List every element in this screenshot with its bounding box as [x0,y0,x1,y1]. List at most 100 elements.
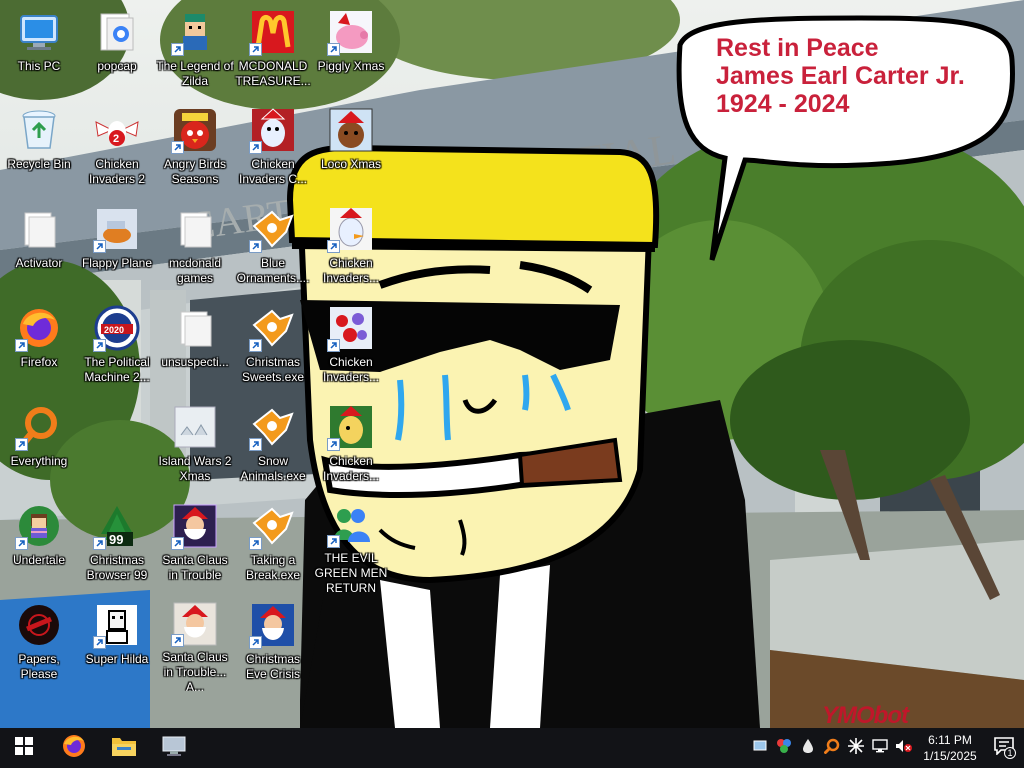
desktop-icon-label: Chicken Invaders... [322,454,380,483]
desktop-icon-label: Angry Birds Seasons [163,157,227,186]
desktop-icon-label: Chicken Invaders... [322,355,380,384]
taskbar: 6:11 PM 1/15/2025 1 [0,728,1024,768]
tray-search-button[interactable] [820,728,844,768]
taskbar-clock[interactable]: 6:11 PM 1/15/2025 [916,728,984,768]
exe-icon [249,205,297,253]
desktop-icon-label: Flappy Plane [81,256,153,270]
taskbar-file-explorer-button[interactable] [100,728,148,768]
desktop-icon-christmas-eve-crisis[interactable]: Christmas Eve Crisis [234,595,312,691]
speech-bubble-text: Rest in Peace James Earl Carter Jr. 1924… [716,34,1006,118]
evil-green-men-icon [327,502,375,548]
desktop-icon-label: Everything [10,454,68,468]
desktop-icon-chicken-invaders-b[interactable]: Chicken Invaders... [312,298,390,394]
shortcut-arrow-icon [15,339,28,352]
action-center-button[interactable]: 1 [984,728,1024,768]
desktop-icon-evil-green-men[interactable]: THE EVIL GREEN MEN RETURN SEVENTH EDITIO… [312,496,390,592]
papers-please-icon [15,601,63,649]
desktop-icon-piggly-xmas[interactable]: Piggly Xmas [312,2,390,98]
shortcut-arrow-icon [171,634,184,647]
desktop-icon-label: Christmas Browser 99 [86,553,148,582]
shortcut-arrow-icon [93,537,106,550]
desktop-icon-label: Papers, Please [18,652,60,681]
shortcut-arrow-icon [249,537,262,550]
chicken-invaders-icon [327,304,375,352]
taskbar-monitor-button[interactable] [150,728,198,768]
tray-network-button[interactable] [868,728,892,768]
system-tray: 6:11 PM 1/15/2025 1 [748,728,1024,768]
taskbar-firefox-button[interactable] [50,728,98,768]
desktop-icon-undertale[interactable]: Undertale [0,496,78,592]
monitor-icon [161,735,187,762]
desktop-icon-blue-ornaments[interactable]: Blue Ornaments.... [234,199,312,295]
desktop-icon-label: Piggly Xmas [317,59,385,73]
desktop-icon-label: Chicken Invaders 2 [88,157,146,186]
santa-claus-icon [171,601,219,647]
folder-icon [171,304,219,352]
desktop-icon-unsuspecti[interactable]: unsuspecti... [156,298,234,394]
desktop-icon-angry-birds-seasons[interactable]: Angry Birds Seasons [156,100,234,196]
loco-xmas-icon [327,106,375,154]
shortcut-arrow-icon [249,438,262,451]
desktop-icon-legend-of-zilda[interactable]: The Legend of Zilda [156,2,234,98]
desktop-icon-mcdonald-games[interactable]: mcdonald games [156,199,234,295]
desktop-icon-super-hilda[interactable]: Super Hilda [78,595,156,691]
desktop-icon-papers-please[interactable]: Papers, Please [0,595,78,691]
desktop-icon-santa-claus-in-trouble[interactable]: Santa Claus in Trouble [156,496,234,592]
desktop-icon-chicken-invaders-c[interactable]: Chicken Invaders C... [234,100,312,196]
tray-desktop-button[interactable] [748,728,772,768]
desktop-icon-christmas-sweets[interactable]: Christmas Sweets.exe [234,298,312,394]
tray-volume-button[interactable] [892,728,916,768]
start-button[interactable] [0,728,48,768]
santa-claus-icon [171,502,219,550]
clock-date: 1/15/2025 [923,749,977,763]
folder-icon [93,8,141,56]
chicken-invaders-icon: 2 [93,106,141,154]
desktop-icon-everything[interactable]: Everything [0,397,78,493]
shortcut-arrow-icon [327,535,340,548]
tray-drop-button[interactable] [796,728,820,768]
shortcut-arrow-icon [171,43,184,56]
desktop-icon-loco-xmas[interactable]: Loco Xmas [312,100,390,196]
desktop-icon-island-wars-2-xmas[interactable]: Island Wars 2 Xmas [156,397,234,493]
desktop-icon-label: Firefox [20,355,58,369]
svg-text:2: 2 [113,133,119,145]
desktop-icon-taking-a-break[interactable]: Taking a Break.exe [234,496,312,592]
desktop-icon-chicken-invaders-a[interactable]: Chicken Invaders... [312,199,390,295]
desktop-icon-label: Loco Xmas [320,157,382,171]
exe-icon [249,502,297,550]
computer-icon [15,8,63,56]
desktop-icon-christmas-browser-99[interactable]: 99 Christmas Browser 99 [78,496,156,592]
desktop-icon-chicken-invaders-d[interactable]: Chicken Invaders... [312,397,390,493]
desktop-icon-activator[interactable]: Activator [0,199,78,295]
desktop-icon-flappy-plane[interactable]: Flappy Plane [78,199,156,295]
desktop-icon-santa-claus-in-trouble-2[interactable]: Santa Claus in Trouble... A... [156,595,234,691]
recycle-bin-icon [15,106,63,154]
desktop-icon-mcdonald-treasure[interactable]: MCDONALD TREASURE... [234,2,312,98]
desktop-icon-label: Undertale [12,553,66,567]
tray-puzzle-button[interactable] [772,728,796,768]
shortcut-arrow-icon [171,537,184,550]
desktop-icon-chicken-invaders-2[interactable]: 2 Chicken Invaders 2 [78,100,156,196]
firefox-icon [15,304,63,352]
desktop-icon-label: unsuspecti... [161,355,229,369]
desktop-icon-label: Chicken Invaders... [322,256,380,285]
desktop-icon-recycle-bin[interactable]: Recycle Bin [0,100,78,196]
island-wars-icon [171,403,219,451]
everything-search-icon [15,403,63,451]
desktop-icon-label: Christmas Eve Crisis [245,652,300,681]
chicken-invaders-icon [327,205,375,253]
desktop-icon-snow-animals[interactable]: Snow Animals.exe [234,397,312,493]
shortcut-arrow-icon [249,43,262,56]
exe-icon [249,304,297,352]
desktop-icon-label: Christmas Sweets.exe [241,355,305,384]
desktop-icon-popcap[interactable]: popcap [78,2,156,98]
desktop-icon-political-machine[interactable]: 2020 The Political Machine 2... [78,298,156,394]
folder-icon [15,205,63,253]
desktop-icon-label: Blue Ornaments.... [236,256,310,285]
desktop-icon-label: This PC [17,59,61,73]
desktop-icon-firefox[interactable]: Firefox [0,298,78,394]
desktop-icon-label: THE EVIL GREEN MEN RETURN SEVENTH EDITIO… [314,551,388,592]
tray-star-button[interactable] [844,728,868,768]
desktop-icon-this-pc[interactable]: This PC [0,2,78,98]
shortcut-arrow-icon [15,537,28,550]
